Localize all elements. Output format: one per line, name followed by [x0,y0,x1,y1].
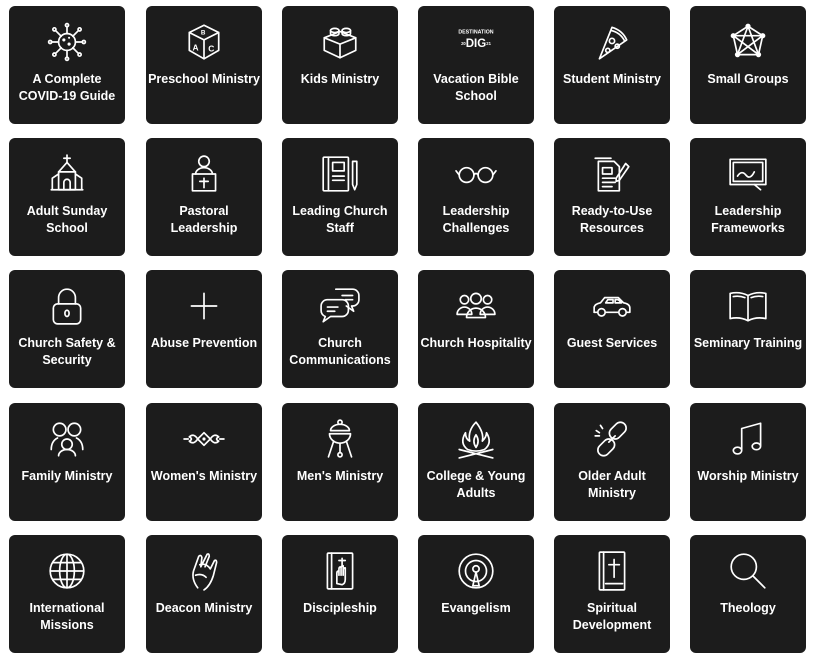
floral-ornament-icon [146,417,262,461]
tile-label: Leadership Frameworks [711,204,785,235]
church-building-icon [9,152,125,196]
tile-label: Kids Ministry [300,72,380,86]
tile-label: Pastoral Leadership [170,204,238,235]
bible-hand-icon [282,549,398,593]
svg-text:C: C [208,43,214,53]
tile-label: Theology [720,601,776,615]
logo-text-dig: DIG [466,38,487,50]
broadcast-icon [418,549,534,593]
tile-label: Worship Ministry [697,469,799,483]
tile-older-adult-ministry[interactable]: Older Adult Ministry [554,403,670,521]
music-note-icon [690,417,806,461]
logo-text-destination: DESTINATION [458,30,493,36]
tile-worship-ministry[interactable]: Worship Ministry [690,403,806,521]
tile-student-ministry[interactable]: Student Ministry [554,6,670,124]
grill-icon [282,417,398,461]
family-icon [9,417,125,461]
magnifier-icon [690,549,806,593]
tile-label: Small Groups [707,72,789,86]
tile-guest-services[interactable]: Guest Services [554,270,670,388]
tile-kids-ministry[interactable]: Kids Ministry [282,6,398,124]
tile-college-young-adults[interactable]: College & Young Adults [418,403,534,521]
tile-label: A Complete COVID-19 Guide [18,72,116,103]
pizza-slice-icon [554,20,670,64]
campfire-icon [418,417,534,461]
globe-icon [9,549,125,593]
tile-leading-church-staff[interactable]: Leading Church Staff [282,138,398,256]
open-book-icon [690,284,806,328]
helping-hands-icon [146,549,262,593]
tile-womens-ministry[interactable]: Women's Ministry [146,403,262,521]
tile-church-hospitality[interactable]: Church Hospitality [418,270,534,388]
tile-label: Men's Ministry [296,469,384,483]
abc-block-icon: B A C [146,20,262,64]
tile-label: Women's Ministry [150,469,258,483]
tile-label: Deacon Ministry [155,601,253,615]
tile-label: Church Hospitality [420,336,532,350]
tile-ready-to-use-resources[interactable]: Ready-to-Use Resources [554,138,670,256]
tile-label: Preschool Ministry [148,72,260,86]
tile-abuse-prevention[interactable]: Abuse Prevention [146,270,262,388]
tile-label: Abuse Prevention [150,336,258,350]
tile-label: Ready-to-Use Resources [571,204,653,235]
tile-label: Church Safety & Security [18,336,116,367]
tile-label: Family Ministry [21,469,113,483]
chain-link-icon [554,417,670,461]
tile-label: Evangelism [441,601,511,615]
tile-label: Leading Church Staff [292,204,388,235]
whiteboard-icon [690,152,806,196]
tile-pastoral-leadership[interactable]: Pastoral Leadership [146,138,262,256]
tile-preschool-ministry[interactable]: B A C Preschool Ministry [146,6,262,124]
tile-label: Adult Sunday School [26,204,108,235]
tile-spiritual-development[interactable]: Spiritual Development [554,535,670,653]
tile-label: International Missions [29,601,105,632]
tile-mens-ministry[interactable]: Men's Ministry [282,403,398,521]
people-group-icon [418,284,534,328]
building-block-icon [282,20,398,64]
tile-label: Discipleship [303,601,377,615]
tile-church-safety-security[interactable]: Church Safety & Security [9,270,125,388]
tile-label: Older Adult Ministry [578,469,646,500]
tile-label: Church Communications [289,336,391,367]
tile-evangelism[interactable]: Evangelism [418,535,534,653]
notebook-pen-icon [282,152,398,196]
ministry-tile-grid: A Complete COVID-19 Guide B A C Preschoo… [0,0,813,653]
tile-vacation-bible-school[interactable]: DESTINATION 20 DIG 21 Vacation Bible Sch… [418,6,534,124]
tile-family-ministry[interactable]: Family Ministry [9,403,125,521]
tile-international-missions[interactable]: International Missions [9,535,125,653]
tile-small-groups[interactable]: Small Groups [690,6,806,124]
tile-theology[interactable]: Theology [690,535,806,653]
virus-icon [9,20,125,64]
plus-icon [146,284,262,328]
chat-bubbles-icon [282,284,398,328]
document-pen-icon [554,152,670,196]
bible-cross-icon [554,549,670,593]
tile-seminary-training[interactable]: Seminary Training [690,270,806,388]
tile-label: Spiritual Development [572,601,652,632]
destination-dig-logo-icon: DESTINATION 20 DIG 21 [418,20,534,64]
tile-label: Leadership Challenges [442,204,510,235]
svg-text:B: B [201,30,206,37]
padlock-icon [9,284,125,328]
car-icon [554,284,670,328]
network-icon [690,20,806,64]
glasses-icon [418,152,534,196]
tile-label: Student Ministry [563,72,661,86]
pastor-pulpit-icon [146,152,262,196]
logo-text-year-end: 21 [486,41,491,46]
tile-label: Guest Services [566,336,658,350]
tile-label: College & Young Adults [426,469,526,500]
tile-label: Vacation Bible School [433,72,519,103]
svg-text:A: A [192,42,198,52]
tile-leadership-frameworks[interactable]: Leadership Frameworks [690,138,806,256]
tile-deacon-ministry[interactable]: Deacon Ministry [146,535,262,653]
tile-adult-sunday-school[interactable]: Adult Sunday School [9,138,125,256]
tile-church-communications[interactable]: Church Communications [282,270,398,388]
tile-leadership-challenges[interactable]: Leadership Challenges [418,138,534,256]
tile-covid-19-guide[interactable]: A Complete COVID-19 Guide [9,6,125,124]
tile-discipleship[interactable]: Discipleship [282,535,398,653]
tile-label: Seminary Training [693,336,803,350]
